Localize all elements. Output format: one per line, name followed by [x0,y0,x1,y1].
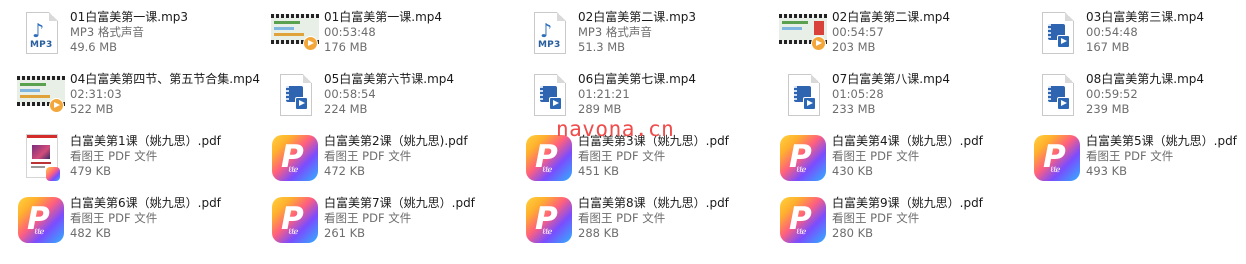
pdf-app-icon: Pℓℓℯ [522,134,576,188]
file-item[interactable]: 01白富美第一课.mp4 00:53:48 176 MB [268,6,522,68]
file-size: 233 MB [832,102,876,116]
pdf-app-icon: Pℓℓℯ [14,196,68,250]
file-item[interactable]: 03白富美第三课.mp4 00:54:48 167 MB [1030,6,1246,68]
file-item[interactable]: 07白富美第八课.mp4 01:05:28 233 MB [776,68,1030,130]
file-name: 02白富美第二课.mp3 [578,10,697,24]
file-size: 493 KB [1086,164,1128,178]
file-name: 白富美第1课（姚九思）.pdf [70,134,221,148]
file-duration: 01:21:21 [578,87,630,101]
file-name: 06白富美第七课.mp4 [578,72,697,86]
file-size: 203 MB [832,40,876,54]
file-item[interactable]: 02白富美第二课.mp4 00:54:57 203 MB [776,6,1030,68]
file-name: 白富美第5课（姚九思）.pdf [1086,134,1237,148]
file-size: 51.3 MB [578,40,626,54]
file-item[interactable]: Pℓℓℯ 白富美第2课（姚九思).pdf 看图王 PDF 文件 472 KB [268,130,522,192]
file-type: MP3 格式声音 [70,25,144,39]
file-item[interactable]: Pℓℓℯ 白富美第5课（姚九思）.pdf 看图王 PDF 文件 493 KB [1030,130,1246,192]
file-size: 239 MB [1086,102,1130,116]
file-size: 430 KB [832,164,874,178]
file-name: 白富美第9课（姚九思）.pdf [832,196,983,210]
file-size: 176 MB [324,40,368,54]
file-size: 451 KB [578,164,620,178]
file-type: 看图王 PDF 文件 [578,211,666,225]
file-type: 看图王 PDF 文件 [832,211,920,225]
mp3-file-icon: ♪ MP3 [522,10,576,64]
file-name: 04白富美第四节、第五节合集.mp4 [70,72,261,86]
file-size: 522 MB [70,102,114,116]
file-item[interactable]: 05白富美第六节课.mp4 00:58:54 224 MB [268,68,522,130]
file-item[interactable]: Pℓℓℯ 白富美第4课（姚九思）.pdf 看图王 PDF 文件 430 KB [776,130,1030,192]
file-item[interactable]: 08白富美第九课.mp4 00:59:52 239 MB [1030,68,1246,130]
file-name: 01白富美第一课.mp3 [70,10,189,24]
pdf-app-icon: Pℓℓℯ [522,196,576,250]
file-type: 看图王 PDF 文件 [324,211,412,225]
file-item[interactable]: 白富美第1课（姚九思）.pdf 看图王 PDF 文件 479 KB [14,130,268,192]
file-size: 479 KB [70,164,112,178]
pdf-app-icon: Pℓℓℯ [776,134,830,188]
file-name: 白富美第2课（姚九思).pdf [324,134,468,148]
file-name: 02白富美第二课.mp4 [832,10,951,24]
file-item[interactable]: 06白富美第七课.mp4 01:21:21 289 MB [522,68,776,130]
file-name: 白富美第4课（姚九思）.pdf [832,134,983,148]
file-name: 白富美第6课（姚九思）.pdf [70,196,221,210]
video-file-icon [776,72,830,126]
file-type: 看图王 PDF 文件 [324,149,412,163]
pdf-app-icon: Pℓℓℯ [268,134,322,188]
video-thumbnail-icon [776,10,830,64]
video-file-icon [522,72,576,126]
mp3-file-icon: ♪ MP3 [14,10,68,64]
file-name: 白富美第3课（姚九思）.pdf [578,134,729,148]
file-name: 05白富美第六节课.mp4 [324,72,455,86]
file-size: 289 MB [578,102,622,116]
video-thumbnail-icon [14,72,68,126]
file-item[interactable]: Pℓℓℯ 白富美第7课（姚九思）.pdf 看图王 PDF 文件 261 KB [268,192,522,254]
file-size: 280 KB [832,226,874,240]
pdf-app-icon: Pℓℓℯ [268,196,322,250]
file-name: 01白富美第一课.mp4 [324,10,443,24]
file-name: 白富美第7课（姚九思）.pdf [324,196,475,210]
file-item[interactable]: Pℓℓℯ 白富美第9课（姚九思）.pdf 看图王 PDF 文件 280 KB [776,192,1030,254]
file-item[interactable]: Pℓℓℯ 白富美第8课（姚九思）.pdf 看图王 PDF 文件 288 KB [522,192,776,254]
file-name: 07白富美第八课.mp4 [832,72,951,86]
file-duration: 00:58:54 [324,87,376,101]
video-thumbnail-icon [268,10,322,64]
video-file-icon [1030,72,1084,126]
file-duration: 01:05:28 [832,87,884,101]
file-item[interactable]: 04白富美第四节、第五节合集.mp4 02:31:03 522 MB [14,68,268,130]
file-duration: 00:53:48 [324,25,376,39]
pdf-app-icon: Pℓℓℯ [1030,134,1084,188]
file-duration: 02:31:03 [70,87,122,101]
file-size: 482 KB [70,226,112,240]
file-duration: 00:54:57 [832,25,884,39]
file-duration: 00:59:52 [1086,87,1138,101]
file-item[interactable]: ♪ MP3 01白富美第一课.mp3 MP3 格式声音 49.6 MB [14,6,268,68]
file-item[interactable]: Pℓℓℯ 白富美第6课（姚九思）.pdf 看图王 PDF 文件 482 KB [14,192,268,254]
file-type: 看图王 PDF 文件 [70,149,158,163]
file-size: 49.6 MB [70,40,118,54]
file-size: 472 KB [324,164,366,178]
file-name: 08白富美第九课.mp4 [1086,72,1205,86]
file-item[interactable]: ♪ MP3 02白富美第二课.mp3 MP3 格式声音 51.3 MB [522,6,776,68]
file-type: 看图王 PDF 文件 [1086,149,1174,163]
video-file-icon [1030,10,1084,64]
file-name: 白富美第8课（姚九思）.pdf [578,196,729,210]
file-type: 看图王 PDF 文件 [578,149,666,163]
file-size: 167 MB [1086,40,1130,54]
pdf-cover-icon [14,134,68,188]
file-size: 288 KB [578,226,620,240]
file-type: 看图王 PDF 文件 [832,149,920,163]
file-name: 03白富美第三课.mp4 [1086,10,1205,24]
file-duration: 00:54:48 [1086,25,1138,39]
file-size: 261 KB [324,226,366,240]
video-file-icon [268,72,322,126]
file-grid: ♪ MP3 01白富美第一课.mp3 MP3 格式声音 49.6 MB 01白富美… [14,6,1246,254]
file-size: 224 MB [324,102,368,116]
file-type: 看图王 PDF 文件 [70,211,158,225]
pdf-app-icon: Pℓℓℯ [776,196,830,250]
file-type: MP3 格式声音 [578,25,652,39]
file-item[interactable]: Pℓℓℯ 白富美第3课（姚九思）.pdf 看图王 PDF 文件 451 KB [522,130,776,192]
